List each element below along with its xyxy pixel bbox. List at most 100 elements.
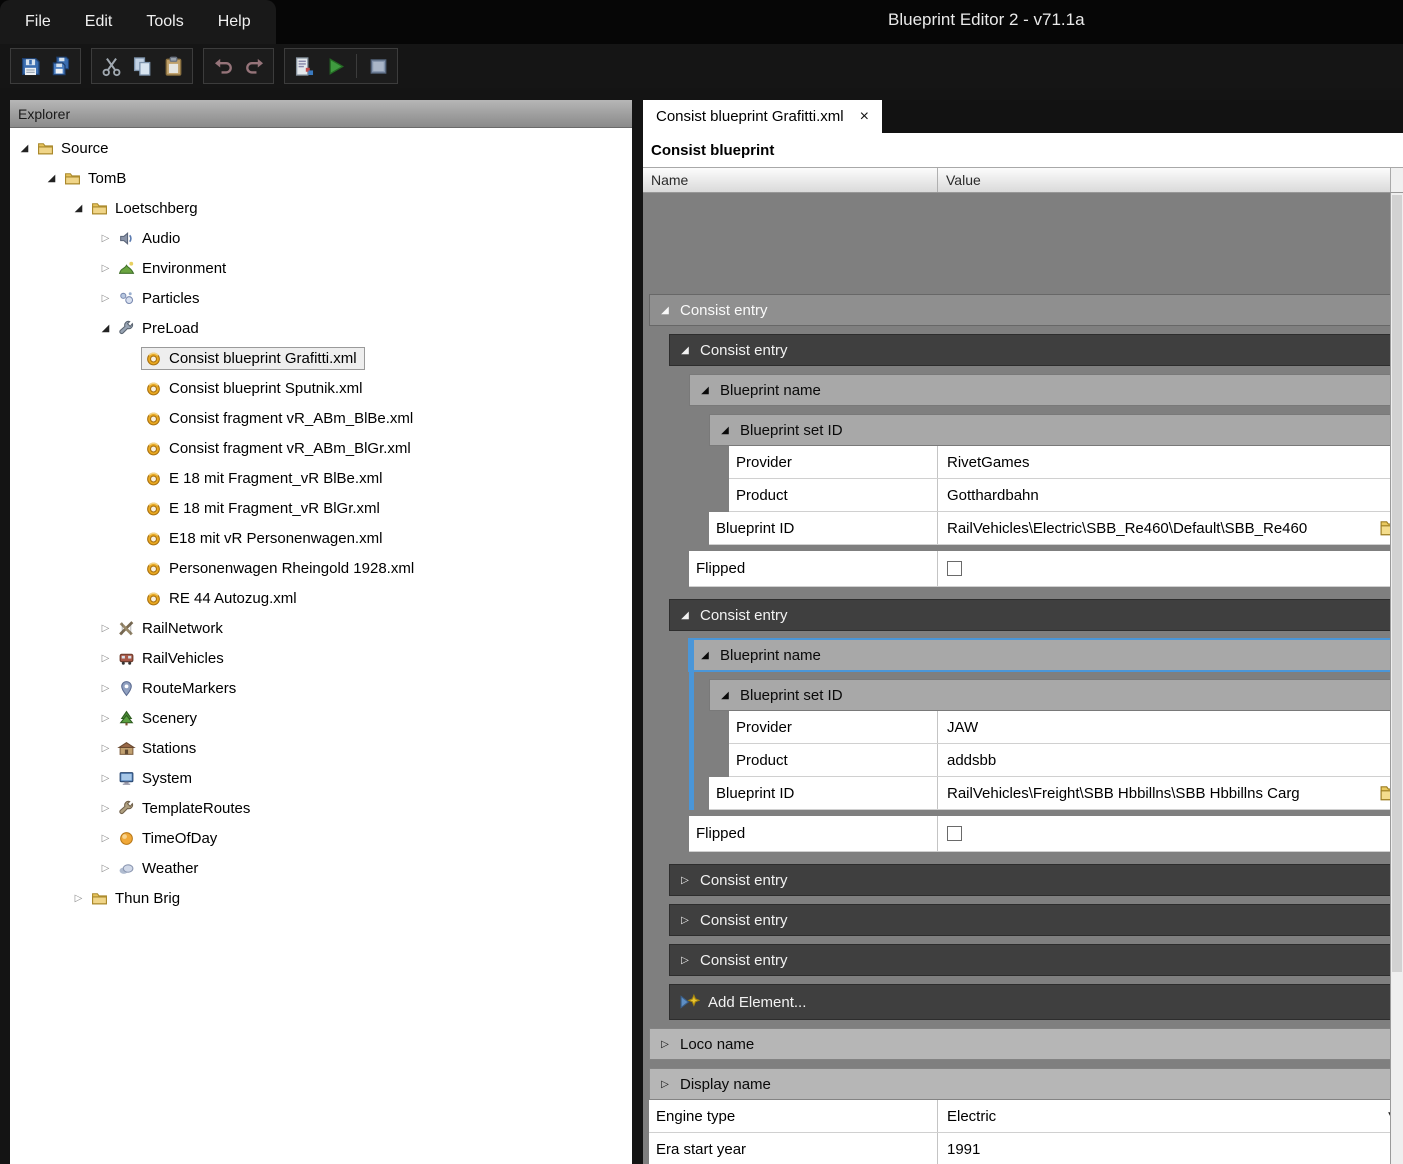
add-element-row[interactable]: Add Element...: [669, 984, 1403, 1020]
tree-item[interactable]: Consist blueprint Grafitti.xml: [10, 343, 632, 373]
collapse-icon[interactable]: ◢: [678, 345, 692, 356]
blueprint-icon: [144, 500, 163, 517]
group-header-blueprint-name[interactable]: ◢Blueprint name: [689, 639, 1403, 671]
tree-item[interactable]: Consist blueprint Sputnik.xml: [10, 373, 632, 403]
tree-item[interactable]: ▷Weather: [10, 853, 632, 883]
scrollbar[interactable]: [1390, 193, 1403, 1164]
tree-item[interactable]: ▷RailNetwork: [10, 613, 632, 643]
checkbox[interactable]: [947, 561, 962, 576]
group-header-consist-entry[interactable]: ▷Consist entry: [669, 944, 1403, 976]
tree-item[interactable]: E 18 mit Fragment_vR BlBe.xml: [10, 463, 632, 493]
property-value[interactable]: RailVehicles\Freight\SBB Hbbillns\SBB Hb…: [938, 777, 1403, 809]
toolbar-group: [284, 48, 398, 84]
property-value[interactable]: Electric▼: [938, 1100, 1403, 1132]
collapse-icon[interactable]: ◢: [678, 610, 692, 621]
collapse-icon[interactable]: ◢: [16, 143, 33, 154]
tree-item[interactable]: ◢Source: [10, 133, 632, 163]
group-header-consist-entry[interactable]: ▷Consist entry: [669, 864, 1403, 896]
expand-icon[interactable]: ▷: [97, 293, 114, 304]
group-header-consist-entry[interactable]: ◢Consist entry: [649, 294, 1403, 326]
collapse-icon[interactable]: ◢: [698, 650, 712, 661]
expand-icon[interactable]: ▷: [97, 233, 114, 244]
expand-icon[interactable]: ▷: [97, 713, 114, 724]
tree-item[interactable]: ◢TomB: [10, 163, 632, 193]
tree-item[interactable]: E18 mit vR Personenwagen.xml: [10, 523, 632, 553]
group-header-consist-entry[interactable]: ◢Consist entry: [669, 334, 1403, 366]
expand-icon[interactable]: ▷: [97, 653, 114, 664]
redo-button[interactable]: [240, 52, 268, 80]
expand-icon[interactable]: ▷: [70, 893, 87, 904]
expand-icon[interactable]: ▷: [97, 683, 114, 694]
group-header-display-name[interactable]: ▷Display name: [649, 1068, 1403, 1100]
expand-icon[interactable]: ▷: [97, 263, 114, 274]
tree-item[interactable]: ▷System: [10, 763, 632, 793]
save-button[interactable]: [16, 52, 44, 80]
property-value[interactable]: addsbb: [938, 744, 1403, 776]
collapse-icon[interactable]: ◢: [658, 305, 672, 316]
expand-icon[interactable]: ▷: [658, 1079, 672, 1090]
collapse-icon[interactable]: ◢: [718, 690, 732, 701]
property-value[interactable]: [938, 551, 1403, 586]
tree-item[interactable]: ▷RouteMarkers: [10, 673, 632, 703]
undo-button[interactable]: [209, 52, 237, 80]
tree-item[interactable]: E 18 mit Fragment_vR BlGr.xml: [10, 493, 632, 523]
save-all-button[interactable]: [47, 52, 75, 80]
menu-tools[interactable]: Tools: [129, 3, 200, 41]
tree-item[interactable]: ▷Thun Brig: [10, 883, 632, 913]
expand-icon[interactable]: ▷: [97, 833, 114, 844]
close-icon[interactable]: ×: [860, 109, 869, 125]
property-value[interactable]: RivetGames: [938, 446, 1403, 478]
checkbox[interactable]: [947, 826, 962, 841]
tree-item[interactable]: ▷RailVehicles: [10, 643, 632, 673]
expand-icon[interactable]: ▷: [97, 863, 114, 874]
expand-icon[interactable]: ▷: [97, 803, 114, 814]
property-value[interactable]: RailVehicles\Electric\SBB_Re460\Default\…: [938, 512, 1403, 544]
group-header-loco-name[interactable]: ▷Loco name: [649, 1028, 1403, 1060]
collapse-icon[interactable]: ◢: [698, 385, 712, 396]
tree-item[interactable]: ▷TimeOfDay: [10, 823, 632, 853]
property-value[interactable]: Gotthardbahn: [938, 479, 1403, 511]
menu-edit[interactable]: Edit: [68, 3, 130, 41]
group-header-blueprint-set-id[interactable]: ◢Blueprint set ID: [709, 414, 1403, 446]
expand-icon[interactable]: ▷: [97, 773, 114, 784]
scrollbar-thumb[interactable]: [1392, 195, 1402, 972]
tree-item[interactable]: Personenwagen Rheingold 1928.xml: [10, 553, 632, 583]
group-header-consist-entry[interactable]: ▷Consist entry: [669, 904, 1403, 936]
group-header-blueprint-name[interactable]: ◢Blueprint name: [689, 374, 1403, 406]
tree-item[interactable]: ▷Audio: [10, 223, 632, 253]
collapse-icon[interactable]: ◢: [97, 323, 114, 334]
group-header-blueprint-set-id[interactable]: ◢Blueprint set ID: [709, 679, 1403, 711]
property-value[interactable]: JAW: [938, 711, 1403, 743]
tree-item[interactable]: ▷Particles: [10, 283, 632, 313]
preview-button[interactable]: [364, 52, 392, 80]
tree-item[interactable]: Consist fragment vR_ABm_BlGr.xml: [10, 433, 632, 463]
tree-item[interactable]: ▷Stations: [10, 733, 632, 763]
group-header-consist-entry[interactable]: ◢Consist entry: [669, 599, 1403, 631]
tree-item[interactable]: ▷Environment: [10, 253, 632, 283]
expand-icon[interactable]: ▷: [97, 743, 114, 754]
export-button[interactable]: [290, 52, 318, 80]
cut-button[interactable]: [97, 52, 125, 80]
tree-item[interactable]: Consist fragment vR_ABm_BlBe.xml: [10, 403, 632, 433]
copy-button[interactable]: [128, 52, 156, 80]
expand-icon[interactable]: ▷: [97, 623, 114, 634]
tree-item[interactable]: ▷Scenery: [10, 703, 632, 733]
menu-file[interactable]: File: [8, 3, 68, 41]
tree-item[interactable]: RE 44 Autozug.xml: [10, 583, 632, 613]
run-button[interactable]: [321, 52, 349, 80]
tab-consist-blueprint-grafitti[interactable]: Consist blueprint Grafitti.xml ×: [643, 100, 882, 133]
property-value[interactable]: [938, 816, 1403, 851]
collapse-icon[interactable]: ◢: [718, 425, 732, 436]
menu-help[interactable]: Help: [201, 3, 268, 41]
tree-item[interactable]: ◢PreLoad: [10, 313, 632, 343]
expand-icon[interactable]: ▷: [658, 1039, 672, 1050]
property-value[interactable]: 1991: [938, 1133, 1403, 1164]
expand-icon[interactable]: ▷: [678, 915, 692, 926]
collapse-icon[interactable]: ◢: [43, 173, 60, 184]
tree-item[interactable]: ▷TemplateRoutes: [10, 793, 632, 823]
expand-icon[interactable]: ▷: [678, 955, 692, 966]
collapse-icon[interactable]: ◢: [70, 203, 87, 214]
paste-button[interactable]: [159, 52, 187, 80]
expand-icon[interactable]: ▷: [678, 875, 692, 886]
tree-item[interactable]: ◢Loetschberg: [10, 193, 632, 223]
